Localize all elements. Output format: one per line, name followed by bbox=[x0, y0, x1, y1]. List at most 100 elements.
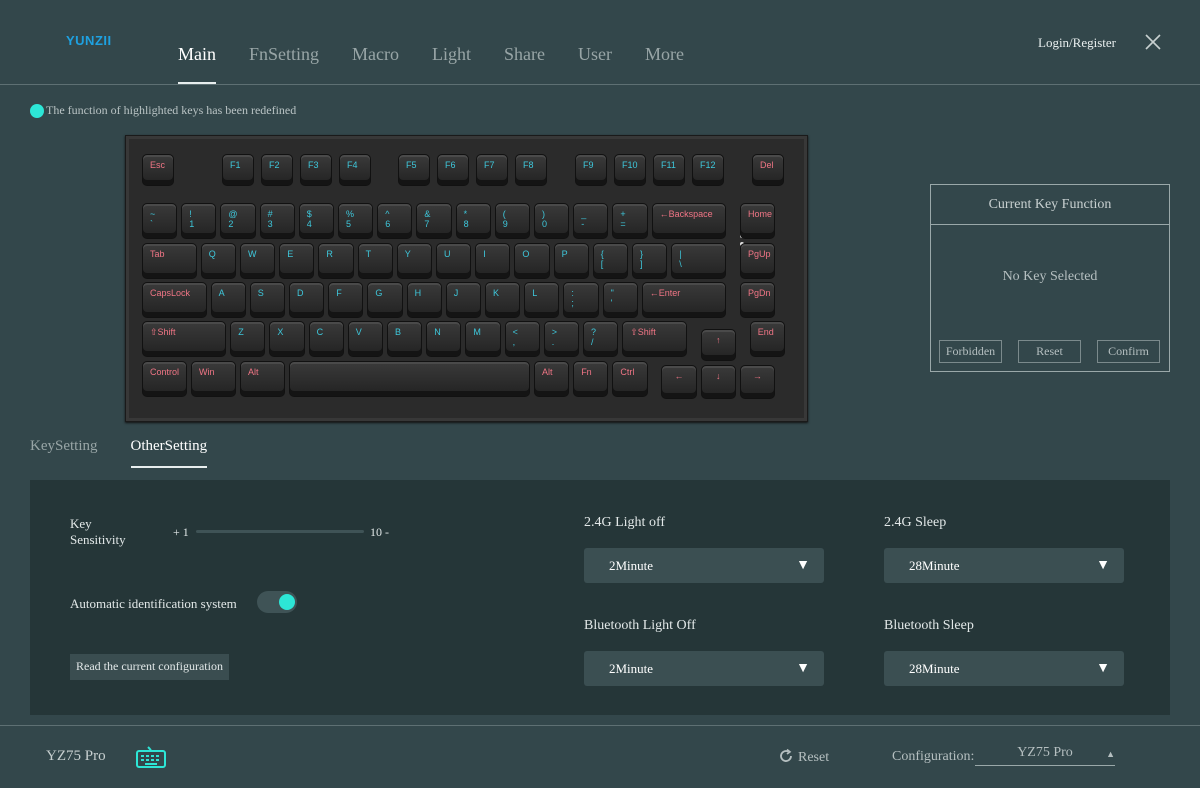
key-r[interactable]: R bbox=[318, 243, 354, 279]
key-q[interactable]: Q bbox=[200, 243, 236, 279]
key-capslock[interactable]: CapsLock bbox=[142, 282, 207, 318]
key-k[interactable]: K bbox=[485, 282, 521, 318]
sleep-24g-select[interactable]: 28Minute ▼ bbox=[884, 548, 1124, 583]
key-end[interactable]: End bbox=[749, 321, 785, 357]
key--[interactable]: : ; bbox=[563, 282, 599, 318]
key-f12[interactable]: F12 bbox=[692, 154, 724, 186]
nav-tab-fnsetting[interactable]: FnSetting bbox=[249, 44, 319, 84]
key--[interactable]: < , bbox=[504, 321, 540, 357]
key-f1[interactable]: F1 bbox=[222, 154, 254, 186]
key-f5[interactable]: F5 bbox=[398, 154, 430, 186]
key--[interactable]: > . bbox=[543, 321, 579, 357]
key-f2[interactable]: F2 bbox=[261, 154, 293, 186]
key--[interactable]: { [ bbox=[592, 243, 628, 279]
key--2[interactable]: @ 2 bbox=[220, 203, 256, 239]
key--1[interactable]: ! 1 bbox=[181, 203, 217, 239]
nav-tab-light[interactable]: Light bbox=[432, 44, 471, 84]
auto-identification-toggle[interactable] bbox=[257, 591, 297, 613]
key--[interactable]: ~ ` bbox=[142, 203, 178, 239]
subtab-othersetting[interactable]: OtherSetting bbox=[130, 438, 207, 468]
key-v[interactable]: V bbox=[347, 321, 383, 357]
key-pgdn[interactable]: PgDn bbox=[740, 282, 776, 318]
key--6[interactable]: ^ 6 bbox=[377, 203, 413, 239]
login-register-link[interactable]: Login/Register bbox=[1038, 35, 1116, 51]
key-b[interactable]: B bbox=[387, 321, 423, 357]
key-k70[interactable]: ↑ bbox=[700, 329, 736, 361]
configuration-select[interactable]: YZ75 Pro ▲ bbox=[975, 745, 1115, 766]
key-shift[interactable]: ⇧Shift bbox=[142, 321, 227, 357]
key-tab[interactable]: Tab bbox=[142, 243, 197, 279]
key-del[interactable]: Del bbox=[752, 154, 784, 186]
key--5[interactable]: % 5 bbox=[338, 203, 374, 239]
key--4[interactable]: $ 4 bbox=[298, 203, 334, 239]
key-f8[interactable]: F8 bbox=[515, 154, 547, 186]
key--[interactable]: ? / bbox=[583, 321, 619, 357]
key--9[interactable]: ( 9 bbox=[494, 203, 530, 239]
key--[interactable]: " ' bbox=[602, 282, 638, 318]
keyboard-icon[interactable] bbox=[136, 746, 166, 768]
key-m[interactable]: M bbox=[465, 321, 501, 357]
bt-sleep-select[interactable]: 28Minute ▼ bbox=[884, 651, 1124, 686]
key-k80[interactable]: ↓ bbox=[700, 365, 736, 399]
key--[interactable]: | \ bbox=[671, 243, 726, 279]
close-icon[interactable] bbox=[1144, 33, 1162, 51]
key-f4[interactable]: F4 bbox=[339, 154, 371, 186]
key-t[interactable]: T bbox=[357, 243, 393, 279]
key-alt[interactable]: Alt bbox=[534, 361, 570, 397]
key-f11[interactable]: F11 bbox=[653, 154, 685, 186]
light-off-24g-select[interactable]: 2Minute ▼ bbox=[584, 548, 824, 583]
key-n[interactable]: N bbox=[426, 321, 462, 357]
key-backspace[interactable]: ←Backspace bbox=[651, 203, 726, 239]
key-k79[interactable]: ← bbox=[661, 365, 697, 399]
nav-tab-more[interactable]: More bbox=[645, 44, 684, 84]
key-pgup[interactable]: PgUp bbox=[740, 243, 776, 279]
reset-key-button[interactable]: Reset bbox=[1018, 340, 1081, 363]
key-enter[interactable]: ←Enter bbox=[641, 282, 726, 318]
key-control[interactable]: Control bbox=[142, 361, 187, 397]
key-esc[interactable]: Esc bbox=[142, 154, 174, 186]
key-z[interactable]: Z bbox=[230, 321, 266, 357]
key--8[interactable]: * 8 bbox=[455, 203, 491, 239]
key-u[interactable]: U bbox=[436, 243, 472, 279]
key--3[interactable]: # 3 bbox=[259, 203, 295, 239]
confirm-button[interactable]: Confirm bbox=[1097, 340, 1160, 363]
key-shift[interactable]: ⇧Shift bbox=[622, 321, 687, 357]
nav-tab-user[interactable]: User bbox=[578, 44, 612, 84]
key--7[interactable]: & 7 bbox=[416, 203, 452, 239]
key--[interactable]: + = bbox=[612, 203, 648, 239]
key-f[interactable]: F bbox=[328, 282, 364, 318]
forbidden-button[interactable]: Forbidden bbox=[939, 340, 1002, 363]
key-h[interactable]: H bbox=[406, 282, 442, 318]
nav-tab-macro[interactable]: Macro bbox=[352, 44, 399, 84]
key-k81[interactable]: → bbox=[739, 365, 775, 399]
sensitivity-slider[interactable] bbox=[196, 530, 364, 533]
nav-tab-main[interactable]: Main bbox=[178, 44, 216, 84]
key-space[interactable] bbox=[289, 361, 530, 397]
key-s[interactable]: S bbox=[249, 282, 285, 318]
subtab-keysetting[interactable]: KeySetting bbox=[30, 438, 98, 455]
key-win[interactable]: Win bbox=[191, 361, 236, 397]
key-w[interactable]: W bbox=[240, 243, 276, 279]
key-i[interactable]: I bbox=[475, 243, 511, 279]
key-f9[interactable]: F9 bbox=[575, 154, 607, 186]
bt-light-off-select[interactable]: 2Minute ▼ bbox=[584, 651, 824, 686]
key-d[interactable]: D bbox=[289, 282, 325, 318]
key-p[interactable]: P bbox=[553, 243, 589, 279]
reset-button[interactable]: Reset bbox=[778, 748, 829, 766]
key-e[interactable]: E bbox=[279, 243, 315, 279]
key-j[interactable]: J bbox=[445, 282, 481, 318]
key-home[interactable]: Home bbox=[740, 203, 776, 239]
key-c[interactable]: C bbox=[308, 321, 344, 357]
key-alt[interactable]: Alt bbox=[240, 361, 285, 397]
key--0[interactable]: ) 0 bbox=[534, 203, 570, 239]
key-ctrl[interactable]: Ctrl bbox=[612, 361, 648, 397]
key-f6[interactable]: F6 bbox=[437, 154, 469, 186]
key-f7[interactable]: F7 bbox=[476, 154, 508, 186]
key--[interactable]: } ] bbox=[632, 243, 668, 279]
key-o[interactable]: O bbox=[514, 243, 550, 279]
read-configuration-button[interactable]: Read the current configuration bbox=[70, 654, 229, 680]
key-f3[interactable]: F3 bbox=[300, 154, 332, 186]
nav-tab-share[interactable]: Share bbox=[504, 44, 545, 84]
key-a[interactable]: A bbox=[210, 282, 246, 318]
key-f10[interactable]: F10 bbox=[614, 154, 646, 186]
